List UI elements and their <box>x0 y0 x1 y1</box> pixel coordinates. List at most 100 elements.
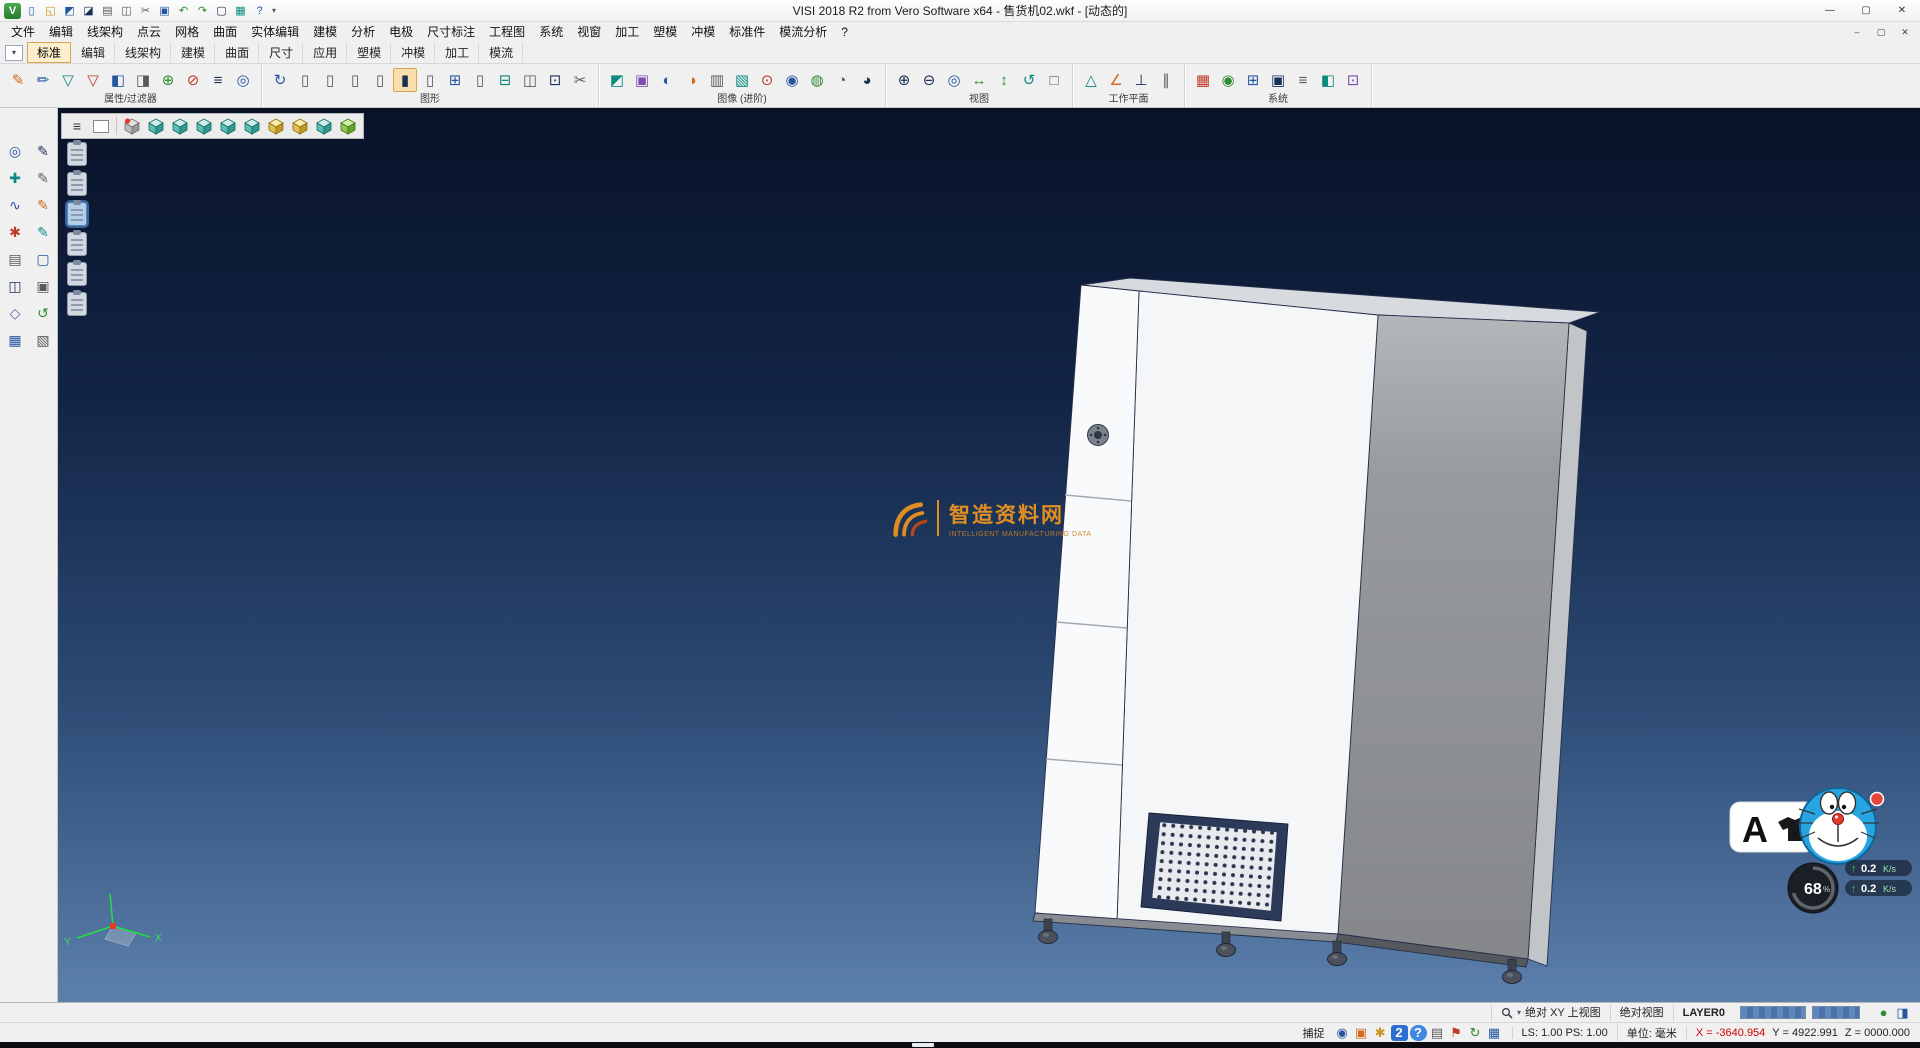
select-all-icon[interactable]: ⊕ <box>156 68 180 92</box>
menu-item[interactable]: 网格 <box>168 23 206 42</box>
snap-target-icon[interactable]: ◉ <box>1334 1025 1351 1041</box>
menu-item[interactable]: 曲面 <box>206 23 244 42</box>
half-moon-right-icon[interactable]: ◑ <box>680 68 704 92</box>
viewport-canvas[interactable]: X Y <box>58 108 1920 1002</box>
display-split-icon[interactable]: ◨ <box>1894 1005 1911 1021</box>
doc-restore-button[interactable]: ▢ <box>1874 27 1888 38</box>
ribbon-tab[interactable]: 线架构 <box>115 42 171 63</box>
draw-pencil-icon[interactable]: ✎ <box>31 221 55 243</box>
sheet-tool-icon[interactable]: ▤ <box>3 248 27 270</box>
hatch-shade-icon[interactable]: ▥ <box>705 68 729 92</box>
open-doc-icon[interactable]: ◱ <box>42 3 59 19</box>
shade-half-icon[interactable]: ◩ <box>605 68 629 92</box>
render-icon[interactable]: ▣ <box>630 68 654 92</box>
window-grid-icon[interactable]: ⊞ <box>1241 68 1265 92</box>
download-widget-overlay[interactable]: A <box>1720 778 1920 928</box>
view-back-icon[interactable] <box>241 115 263 137</box>
undo-icon[interactable]: ↶ <box>175 3 192 19</box>
view-bottom-icon[interactable] <box>313 115 335 137</box>
image-status-icon[interactable]: ▣ <box>1353 1025 1370 1041</box>
system-list-icon[interactable]: ≡ <box>1291 68 1315 92</box>
clipboard-slot-6[interactable] <box>67 292 87 316</box>
zoom-out-icon[interactable]: ⊖ <box>917 68 941 92</box>
half-moon-left-icon[interactable]: ◐ <box>655 68 679 92</box>
view-iso-red-icon[interactable] <box>121 115 143 137</box>
diamond-tool-icon[interactable]: ◇ <box>3 302 27 324</box>
dict-badge-icon[interactable]: 2 <box>1391 1025 1408 1041</box>
print-preview-icon[interactable]: ◫ <box>118 3 135 19</box>
curve-tool-icon[interactable]: ∿ <box>3 194 27 216</box>
menu-item[interactable]: 编辑 <box>42 23 80 42</box>
menu-item[interactable]: 点云 <box>130 23 168 42</box>
layer-half-left-icon[interactable]: ◧ <box>106 68 130 92</box>
board-6-icon[interactable]: ▯ <box>468 68 492 92</box>
snap-label[interactable]: 捕捉 <box>1303 1025 1325 1041</box>
menu-item[interactable]: 标准件 <box>722 23 772 42</box>
refresh-view-icon[interactable]: ↻ <box>268 68 292 92</box>
hatch-view-icon[interactable]: ▧ <box>31 329 55 351</box>
printer-status-icon[interactable]: ▤ <box>1429 1025 1446 1041</box>
menu-item[interactable]: 工程图 <box>482 23 532 42</box>
ribbon-tab[interactable]: 尺寸 <box>259 42 303 63</box>
sketch-pencil-icon[interactable]: ✎ <box>31 140 55 162</box>
board-3-icon[interactable]: ▯ <box>343 68 367 92</box>
tools-status-icon[interactable]: ✱ <box>1372 1025 1389 1041</box>
ribbon-tab[interactable]: 塑模 <box>347 42 391 63</box>
grid-doc-icon[interactable]: ⊞ <box>443 68 467 92</box>
globe-icon[interactable]: ◉ <box>1216 68 1240 92</box>
help-badge-icon[interactable]: ? <box>1410 1025 1427 1041</box>
doc-close-button[interactable]: ✕ <box>1898 27 1912 38</box>
clipboard-slot-5[interactable] <box>67 262 87 286</box>
redo-icon[interactable]: ↷ <box>194 3 211 19</box>
menu-item[interactable]: 视窗 <box>570 23 608 42</box>
plane-perpendicular-icon[interactable]: ⊥ <box>1129 68 1153 92</box>
zoom-target-icon[interactable]: ◎ <box>942 68 966 92</box>
layer-half-right-icon[interactable]: ◨ <box>131 68 155 92</box>
taskbar-app-icon[interactable] <box>912 1043 934 1047</box>
texture-icon[interactable]: ◍ <box>805 68 829 92</box>
plane-angle-icon[interactable]: ∠ <box>1104 68 1128 92</box>
help-icon[interactable]: ? <box>251 3 268 19</box>
attribute-pencil-icon[interactable]: ✎ <box>6 68 30 92</box>
menu-item[interactable]: 系统 <box>532 23 570 42</box>
view-left-icon[interactable] <box>217 115 239 137</box>
display-board-icon[interactable] <box>90 115 112 137</box>
edit-pencil-icon[interactable]: ✎ <box>31 167 55 189</box>
crosshair-tool-icon[interactable]: ✚ <box>3 167 27 189</box>
window-layout-icon[interactable]: ▢ <box>213 3 230 19</box>
copy-icon[interactable]: ▣ <box>156 3 173 19</box>
new-doc-icon[interactable]: ▯ <box>23 3 40 19</box>
split-doc-icon[interactable]: ⊟ <box>493 68 517 92</box>
clipboard-slot-2[interactable] <box>67 172 87 196</box>
menu-item[interactable]: 建模 <box>306 23 344 42</box>
zoom-tool-icon[interactable]: ◎ <box>3 140 27 162</box>
dual-doc-icon[interactable]: ◫ <box>518 68 542 92</box>
flag-status-icon[interactable]: ⚑ <box>1448 1025 1465 1041</box>
visi-logo-icon[interactable]: V <box>4 3 21 19</box>
cut-icon[interactable]: ✂ <box>137 3 154 19</box>
plane-triangle-icon[interactable]: △ <box>1079 68 1103 92</box>
list-filter-icon[interactable]: ≡ <box>206 68 230 92</box>
attribute-brush-icon[interactable]: ✏ <box>31 68 55 92</box>
save-all-icon[interactable]: ◪ <box>80 3 97 19</box>
burst-tool-icon[interactable]: ✱ <box>3 221 27 243</box>
board-active-icon[interactable]: ▮ <box>393 68 417 92</box>
fit-view-icon[interactable]: □ <box>1042 68 1066 92</box>
filter-add-icon[interactable]: ▽ <box>81 68 105 92</box>
boxed-doc-icon[interactable]: ⊡ <box>543 68 567 92</box>
menu-item[interactable]: 尺寸标注 <box>420 23 482 42</box>
ribbon-tab[interactable]: 编辑 <box>71 42 115 63</box>
board-1-icon[interactable]: ▯ <box>293 68 317 92</box>
close-button[interactable]: ✕ <box>1884 0 1920 21</box>
view-dimetric-icon[interactable] <box>265 115 287 137</box>
clipboard-slot-1[interactable] <box>67 142 87 166</box>
half-box-icon[interactable]: ◧ <box>1316 68 1340 92</box>
board-5-icon[interactable]: ▯ <box>418 68 442 92</box>
view-front-icon[interactable] <box>169 115 191 137</box>
view-search[interactable]: ▾ 绝对 XY 上视图 <box>1491 1005 1610 1021</box>
menu-item[interactable]: 加工 <box>608 23 646 42</box>
three-quarter-shade-icon[interactable]: ◕ <box>855 68 879 92</box>
grid-status-icon[interactable]: ▦ <box>1486 1025 1503 1041</box>
refresh-status-icon[interactable]: ↻ <box>1467 1025 1484 1041</box>
menu-item[interactable]: 文件 <box>4 23 42 42</box>
